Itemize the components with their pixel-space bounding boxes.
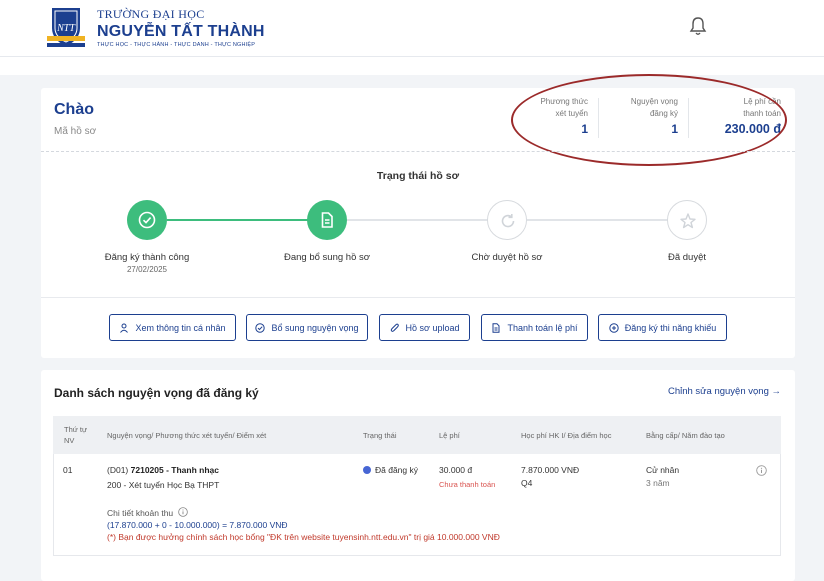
stat-label: Phương thức <box>540 97 588 106</box>
row-location: Q4 <box>521 478 533 488</box>
button-label: Đăng ký thi năng khiếu <box>624 322 717 333</box>
table-header: Thứ tự NV Nguyện vọng/ Phương thức xét t… <box>53 416 781 454</box>
notification-bell-icon[interactable] <box>689 16 707 36</box>
stat-divider <box>688 98 689 138</box>
logo-slogan: THỰC HỌC - THỰC HÀNH - THỰC DANH - THỰC … <box>97 42 256 48</box>
add-wish-button[interactable]: Bổ sung nguyện vọng <box>246 314 368 341</box>
header-strip <box>0 57 824 75</box>
row-degree: Cử nhân <box>646 465 680 475</box>
view-profile-button[interactable]: Xem thông tin cá nhân <box>109 314 236 341</box>
column-header-degree: Bằng cấp/ Năm đào tạo <box>646 431 725 440</box>
star-icon <box>680 213 696 229</box>
program-name: 7210205 - Thanh nhạc <box>130 465 219 475</box>
top-header: NTT TRƯỜNG ĐẠI HỌC NGUYỄN TẤT THÀNH THỰC… <box>0 0 824 57</box>
greeting: Chào <box>54 101 94 118</box>
fee-detail-formula: (17.870.000 + 0 - 10.000.000) = 7.870.00… <box>107 520 288 530</box>
progress-line-done <box>167 219 327 221</box>
button-label: Thanh toán lệ phí <box>507 322 578 333</box>
logo-text: TRƯỜNG ĐẠI HỌC NGUYỄN TẤT THÀNH THỰC HỌC… <box>97 7 265 48</box>
button-label: Bổ sung nguyện vọng <box>271 322 359 333</box>
svg-text:NTT: NTT <box>56 23 76 34</box>
section-divider <box>41 297 795 298</box>
stat-value: 230.000 đ <box>724 122 781 136</box>
program-prefix: (D01) <box>107 465 129 475</box>
column-header-text: Thứ tự <box>64 425 87 434</box>
edit-wishes-link[interactable]: Chỉnh sửa nguyện vọng → <box>668 386 781 397</box>
status-title: Trạng thái hồ sơ <box>376 170 460 182</box>
step-supplementing <box>307 200 347 240</box>
scholarship-note: (*) Bạn được hưởng chính sách học bổng "… <box>107 532 500 542</box>
stat-label: xét tuyển <box>555 109 588 118</box>
progress-line-pending <box>527 219 687 221</box>
stat-admission-methods: Phương thức xét tuyển 1 <box>524 96 588 136</box>
register-aptitude-exam-button[interactable]: Đăng ký thi năng khiếu <box>598 314 727 341</box>
logo-line-2: NGUYỄN TẤT THÀNH <box>97 23 265 40</box>
step-label: Đăng ký thành công <box>104 252 190 263</box>
upload-documents-button[interactable]: Hồ sơ upload <box>379 314 470 341</box>
stat-label: Nguyện vọng <box>630 97 678 106</box>
university-logo[interactable]: NTT <box>44 6 88 48</box>
info-icon[interactable] <box>756 465 767 476</box>
info-icon[interactable] <box>177 507 188 517</box>
column-header-order: Thứ tự NV <box>64 424 87 446</box>
row-fee-status: Chưa thanh toán <box>439 480 496 489</box>
stat-fee-due: Lệ phí cần thanh toán 230.000 đ <box>701 96 781 136</box>
row-status: Đã đăng ký <box>363 464 418 477</box>
row-admission-method: 200 - Xét tuyển Học Bạ THPT <box>107 480 220 490</box>
step-approved <box>667 200 707 240</box>
logo-line-1: TRƯỜNG ĐẠI HỌC <box>97 7 205 21</box>
row-program: (D01) 7210205 - Thanh nhạc <box>107 464 219 477</box>
profile-code-label: Mã hồ sơ <box>54 126 97 137</box>
dashed-divider <box>41 151 795 152</box>
column-header-fee: Lệ phí <box>439 431 460 440</box>
row-order: 01 <box>63 465 73 475</box>
stat-value: 1 <box>581 122 588 136</box>
stat-label: đăng ký <box>649 109 678 118</box>
stat-divider <box>598 98 599 138</box>
row-years: 3 năm <box>646 478 670 488</box>
stat-label: thanh toán <box>743 109 781 118</box>
column-header-tuition: Học phí HK I/ Địa điểm học <box>521 431 612 440</box>
button-label: Hồ sơ upload <box>405 322 460 333</box>
document-icon <box>321 212 333 228</box>
column-header-program: Nguyện vọng/ Phương thức xét tuyển/ Điểm… <box>107 431 267 440</box>
step-label: Chờ duyệt hồ sơ <box>471 252 543 263</box>
check-circle-icon <box>138 211 156 229</box>
row-fee: 30.000 đ <box>439 465 473 475</box>
refresh-icon <box>501 214 515 228</box>
paperclip-icon <box>390 323 399 332</box>
wishlist-card: Danh sách nguyện vọng đã đăng ký Chỉnh s… <box>41 370 795 581</box>
stat-label: Lệ phí cần <box>743 97 781 106</box>
button-label: Xem thông tin cá nhân <box>135 322 226 333</box>
pay-fee-button[interactable]: Thanh toán lệ phí <box>481 314 588 341</box>
profile-card: Chào Mã hồ sơ Phương thức xét tuyển 1 Ng… <box>41 74 795 358</box>
fee-detail-label-row: Chi tiết khoản thu <box>107 507 500 519</box>
status-text: Đã đăng ký <box>375 465 418 475</box>
status-dot <box>363 466 371 474</box>
user-icon <box>120 323 129 333</box>
stat-value: 1 <box>671 122 678 136</box>
step-label: Đã duyệt <box>667 252 707 263</box>
step-date: 27/02/2025 <box>126 265 168 274</box>
progress-line-pending <box>347 219 507 221</box>
fee-detail: Chi tiết khoản thu (17.870.000 + 0 - 10.… <box>107 507 500 543</box>
check-circle-icon <box>255 322 266 333</box>
document-icon <box>492 322 500 333</box>
plus-circle-icon <box>609 322 619 333</box>
wishlist-title: Danh sách nguyện vọng đã đăng ký <box>54 386 259 400</box>
step-label: Đang bổ sung hồ sơ <box>284 252 370 263</box>
fee-detail-label: Chi tiết khoản thu <box>107 508 174 518</box>
column-header-status: Trạng thái <box>363 431 397 440</box>
row-tuition: 7.870.000 VNĐ <box>521 465 580 475</box>
stat-wishes: Nguyện vọng đăng ký 1 <box>614 96 678 136</box>
step-pending-review <box>487 200 527 240</box>
column-header-text: NV <box>64 436 75 445</box>
step-registered <box>127 200 167 240</box>
